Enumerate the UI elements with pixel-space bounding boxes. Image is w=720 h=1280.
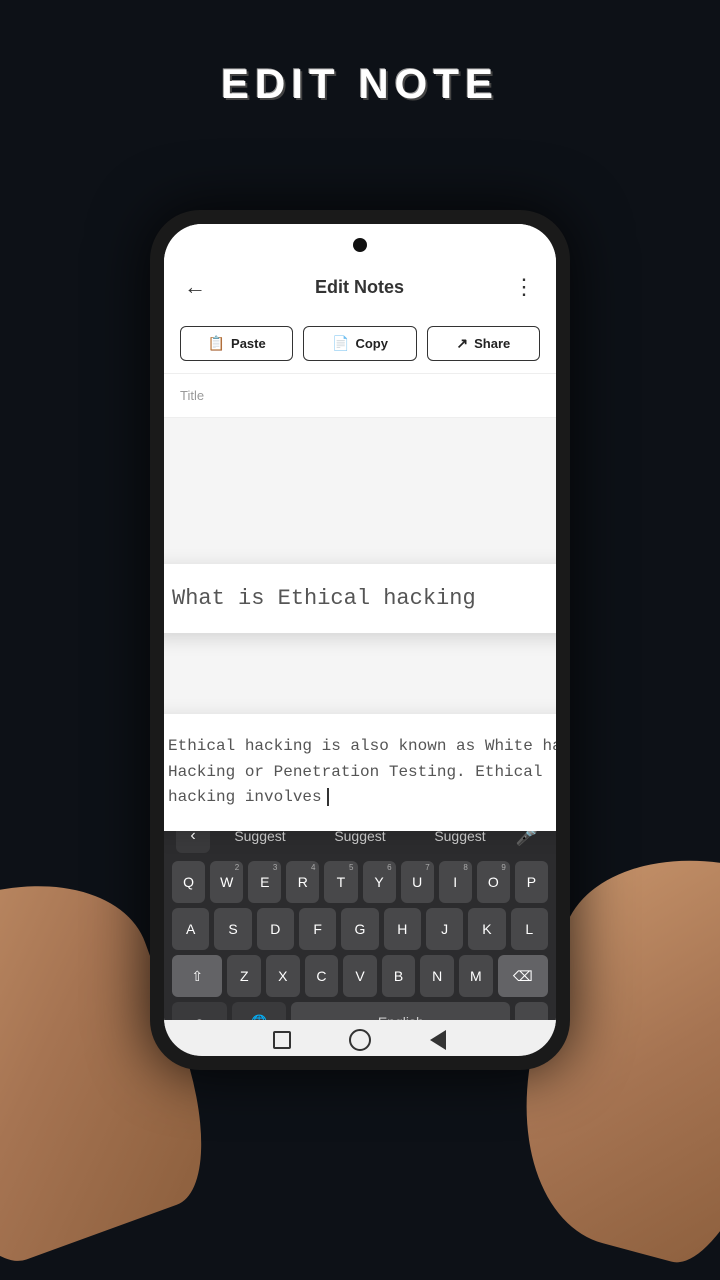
key-Y[interactable]: Y6 <box>363 861 396 903</box>
key-J[interactable]: J <box>426 908 463 950</box>
back-nav-button[interactable] <box>424 1026 452 1054</box>
paste-label: Paste <box>231 336 266 351</box>
action-buttons-bar: 📋 Paste 📄 Copy ↗ Share <box>164 314 556 374</box>
screen-title: Edit Notes <box>315 277 404 298</box>
home-icon <box>349 1029 371 1051</box>
phone-camera <box>353 238 367 252</box>
key-shift[interactable]: ⇧ <box>172 955 222 997</box>
title-field-area: Title <box>164 374 556 418</box>
key-X[interactable]: X <box>266 955 300 997</box>
key-K[interactable]: K <box>468 908 505 950</box>
stop-icon <box>273 1031 291 1049</box>
key-H[interactable]: H <box>384 908 421 950</box>
note-value: Ethical hacking is also known as White h… <box>168 737 556 806</box>
share-icon: ↗ <box>456 335 468 352</box>
key-V[interactable]: V <box>343 955 377 997</box>
key-Z[interactable]: Z <box>227 955 261 997</box>
title-value: What is Ethical hacking <box>172 586 476 611</box>
title-input-bubble[interactable]: What is Ethical hacking <box>164 564 556 633</box>
more-button[interactable]: ⋮ <box>513 274 536 300</box>
keyboard: ‹ Suggest Suggest Suggest 🎤 Q W2 E3 R4 T… <box>164 809 556 1056</box>
phone-mockup: ← Edit Notes ⋮ 📋 Paste 📄 Copy ↗ Share Ti… <box>150 210 570 1070</box>
back-nav-icon <box>430 1030 446 1050</box>
key-backspace[interactable]: ⌫ <box>498 955 548 997</box>
key-F[interactable]: F <box>299 908 336 950</box>
system-nav-bar <box>164 1020 556 1056</box>
key-C[interactable]: C <box>305 955 339 997</box>
key-Q[interactable]: Q <box>172 861 205 903</box>
copy-button[interactable]: 📄 Copy <box>303 326 416 361</box>
phone-screen: ← Edit Notes ⋮ 📋 Paste 📄 Copy ↗ Share Ti… <box>164 224 556 1056</box>
home-button[interactable] <box>346 1026 374 1054</box>
key-N[interactable]: N <box>420 955 454 997</box>
keyboard-row-3: ⇧ Z X C V B N M ⌫ <box>172 955 548 997</box>
key-U[interactable]: U7 <box>401 861 434 903</box>
key-A[interactable]: A <box>172 908 209 950</box>
paste-icon: 📋 <box>208 335 225 352</box>
key-R[interactable]: R4 <box>286 861 319 903</box>
key-B[interactable]: B <box>382 955 416 997</box>
key-S[interactable]: S <box>214 908 251 950</box>
back-button[interactable]: ← <box>184 274 206 300</box>
key-G[interactable]: G <box>341 908 378 950</box>
text-cursor <box>327 788 329 806</box>
key-T[interactable]: T5 <box>324 861 357 903</box>
key-M[interactable]: M <box>459 955 493 997</box>
note-input-bubble[interactable]: Ethical hacking is also known as White h… <box>164 714 556 831</box>
key-I[interactable]: I8 <box>439 861 472 903</box>
stop-button[interactable] <box>268 1026 296 1054</box>
copy-icon: 📄 <box>332 335 349 352</box>
keyboard-row-2: A S D F G H J K L <box>172 908 548 950</box>
share-button[interactable]: ↗ Share <box>427 326 540 361</box>
page-title: EDIT NOTE <box>0 0 720 108</box>
key-D[interactable]: D <box>257 908 294 950</box>
key-W[interactable]: W2 <box>210 861 243 903</box>
share-label: Share <box>474 336 510 351</box>
title-label: Title <box>180 388 540 403</box>
copy-label: Copy <box>355 336 388 351</box>
key-L[interactable]: L <box>511 908 548 950</box>
keyboard-row-1: Q W2 E3 R4 T5 Y6 U7 I8 O9 P <box>172 861 548 903</box>
paste-button[interactable]: 📋 Paste <box>180 326 293 361</box>
key-O[interactable]: O9 <box>477 861 510 903</box>
key-P[interactable]: P <box>515 861 548 903</box>
key-E[interactable]: E3 <box>248 861 281 903</box>
